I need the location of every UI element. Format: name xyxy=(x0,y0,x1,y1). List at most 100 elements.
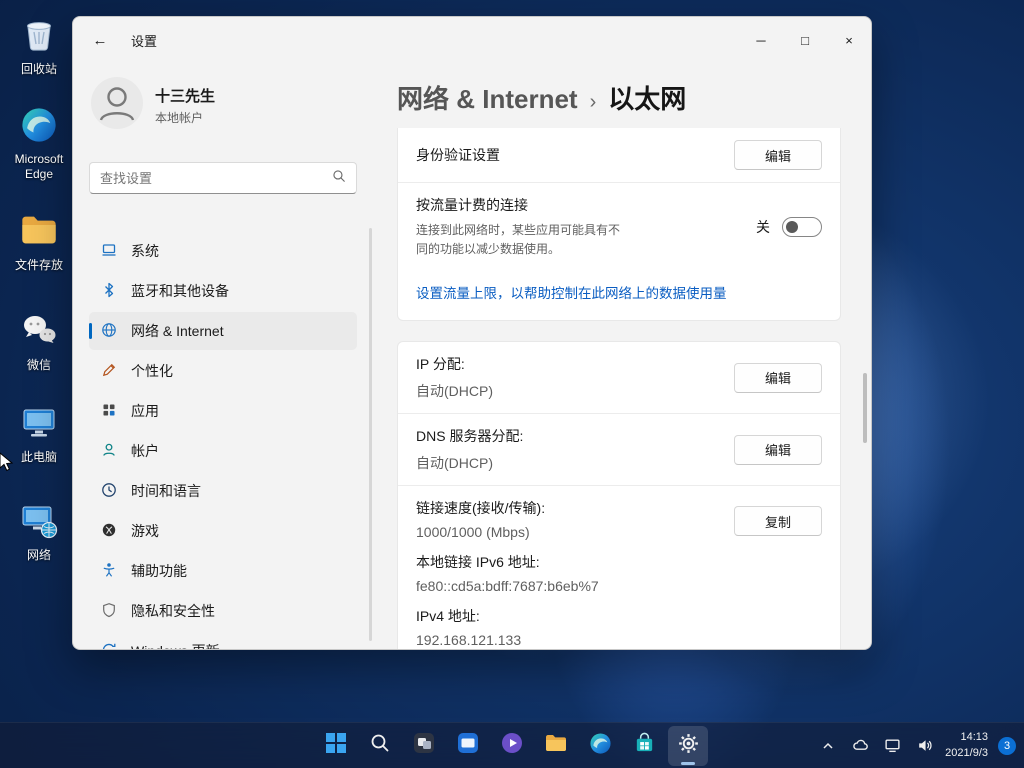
gear-icon xyxy=(677,732,700,760)
monitor-icon xyxy=(19,402,59,447)
desktop-icon-network[interactable]: 网络 xyxy=(6,500,72,563)
ip-assignment-row: IP 分配: 自动(DHCP) 编辑 xyxy=(398,342,840,413)
task-view-button[interactable] xyxy=(404,726,444,766)
desktop-icon-label: Microsoft Edge xyxy=(14,152,64,181)
sidebar-item-system[interactable]: 系统 xyxy=(89,232,357,270)
data-limit-row: 设置流量上限，以帮助控制在此网络上的数据使用量 xyxy=(398,270,840,320)
clock-time: 14:13 xyxy=(960,731,988,744)
sidebar-item-gaming[interactable]: 游戏 xyxy=(89,512,357,550)
settings-search[interactable] xyxy=(89,162,357,194)
shield-icon xyxy=(101,602,117,621)
wechat-icon xyxy=(19,310,59,355)
titlebar: ← 设置 ─ □ × xyxy=(73,17,871,63)
sidebar-item-bluetooth-devices[interactable]: 蓝牙和其他设备 xyxy=(89,272,357,310)
file-explorer-button[interactable] xyxy=(536,726,576,766)
ipv6-value: fe80::cd5a:bdff:7687:b6eb%7 xyxy=(416,578,599,595)
sidebar-item-label: 个性化 xyxy=(131,363,173,379)
laptop-icon xyxy=(101,242,117,261)
taskbar-clock[interactable]: 14:13 2021/9/3 xyxy=(945,730,988,761)
sidebar-item-windows-update[interactable]: Windows 更新 xyxy=(89,632,357,649)
settings-window: ← 设置 ─ □ × 十三先生 本地帐户 查找设置 系统 蓝牙和其他设备 网络 … xyxy=(72,16,872,650)
pinned-app-window-button[interactable] xyxy=(448,726,488,766)
metered-toggle[interactable] xyxy=(782,216,822,237)
folder-icon xyxy=(544,731,568,760)
user-name: 十三先生 xyxy=(155,88,216,105)
copy-button[interactable]: 复制 xyxy=(734,506,822,537)
search-input[interactable] xyxy=(100,170,332,186)
search-icon xyxy=(369,732,391,759)
sidebar-item-time-language[interactable]: 时间和语言 xyxy=(89,472,357,510)
network-monitor-icon xyxy=(19,500,59,545)
desktop-icon-file-storage[interactable]: 文件存放 xyxy=(6,210,72,273)
media-player-button[interactable] xyxy=(492,726,532,766)
recycle-bin-icon xyxy=(19,14,59,59)
chevron-right-icon: › xyxy=(589,91,597,113)
selection-indicator xyxy=(89,323,92,339)
search-button[interactable] xyxy=(360,726,400,766)
close-button[interactable]: × xyxy=(827,17,871,63)
ipv6-label: 本地链接 IPv6 地址: xyxy=(416,554,540,571)
person-icon xyxy=(101,442,117,461)
auth-settings-label: 身份验证设置 xyxy=(416,147,500,163)
ipv4-value: 192.168.121.133 xyxy=(416,632,522,649)
metered-connection-row: 按流量计费的连接 连接到此网络时，某些应用可能具有不同的功能以减少数据使用。 关 xyxy=(398,183,840,270)
taskbar: 14:13 2021/9/3 3 xyxy=(0,722,1024,768)
sidebar-item-label: 蓝牙和其他设备 xyxy=(131,283,229,299)
clock-date: 2021/9/3 xyxy=(945,746,988,759)
card-ethernet-options: 身份验证设置 编辑 按流量计费的连接 连接到此网络时，某些应用可能具有不同的功能… xyxy=(397,128,841,322)
card-ip-settings: IP 分配: 自动(DHCP) 编辑 DNS 服务器分配: 自动(DHCP) 编… xyxy=(397,341,841,649)
edit-dns-button[interactable]: 编辑 xyxy=(734,434,822,465)
xbox-icon xyxy=(101,522,117,541)
sidebar-item-accessibility[interactable]: 辅助功能 xyxy=(89,552,357,590)
edge-button[interactable] xyxy=(580,726,620,766)
breadcrumb: 网络 & Internet › 以太网 xyxy=(397,79,841,116)
settings-button[interactable] xyxy=(668,725,708,766)
globe-icon xyxy=(101,322,117,341)
metered-description: 连接到此网络时，某些应用可能具有不同的功能以减少数据使用。 xyxy=(416,223,621,256)
notification-badge[interactable]: 3 xyxy=(998,736,1016,755)
desktop-icon-label: 回收站 xyxy=(20,62,57,76)
sidebar-item-personalization[interactable]: 个性化 xyxy=(89,352,357,390)
toggle-knob xyxy=(786,220,798,233)
volume-icon[interactable] xyxy=(913,735,935,757)
sidebar-item-label: 辅助功能 xyxy=(131,563,187,579)
metered-title: 按流量计费的连接 xyxy=(416,197,528,213)
sidebar-scrollbar[interactable] xyxy=(369,228,372,641)
ipv4-label: IPv4 地址: xyxy=(416,608,480,625)
network-tray-icon[interactable] xyxy=(881,735,903,757)
sidebar-item-apps[interactable]: 应用 xyxy=(89,392,357,430)
onedrive-cloud-icon[interactable] xyxy=(849,735,871,757)
desktop-icon-recycle-bin[interactable]: 回收站 xyxy=(6,14,72,77)
start-button[interactable] xyxy=(316,726,356,766)
dns-assignment-row: DNS 服务器分配: 自动(DHCP) 编辑 xyxy=(398,414,840,485)
windows-logo-icon xyxy=(325,732,347,759)
desktop-icon-this-pc[interactable]: 此电脑 xyxy=(6,402,72,465)
data-limit-link[interactable]: 设置流量上限，以帮助控制在此网络上的数据使用量 xyxy=(416,282,727,302)
user-profile[interactable]: 十三先生 本地帐户 xyxy=(91,77,355,134)
maximize-button[interactable]: □ xyxy=(783,17,827,63)
link-speed-label: 链接速度(接收/传输): xyxy=(416,500,546,517)
page-title: 以太网 xyxy=(608,84,687,114)
window-body: 十三先生 本地帐户 系统 蓝牙和其他设备 xyxy=(73,63,871,649)
edit-auth-button[interactable]: 编辑 xyxy=(734,140,822,170)
chevron-up-icon[interactable] xyxy=(817,735,839,757)
link-details-row: 链接速度(接收/传输): 1000/1000 (Mbps) 本地链接 IPv6 … xyxy=(398,486,840,649)
desktop-icon-wechat[interactable]: 微信 xyxy=(6,310,72,373)
sidebar-item-network-internet[interactable]: 网络 & Internet xyxy=(89,312,357,350)
minimize-button[interactable]: ─ xyxy=(739,17,783,63)
back-button[interactable]: ← xyxy=(83,23,117,57)
sidebar-item-label: 应用 xyxy=(131,403,159,419)
store-button[interactable] xyxy=(624,726,664,766)
settings-page-scroll: 身份验证设置 编辑 按流量计费的连接 连接到此网络时，某些应用可能具有不同的功能… xyxy=(397,128,841,649)
breadcrumb-parent[interactable]: 网络 & Internet xyxy=(397,79,578,116)
desktop-icon-label: 文件存放 xyxy=(14,258,63,272)
sidebar-item-privacy-security[interactable]: 隐私和安全性 xyxy=(89,592,357,630)
content-scrollbar[interactable] xyxy=(863,373,867,443)
desktop-icon-edge[interactable]: Microsoft Edge xyxy=(6,106,72,182)
toggle-state-label: 关 xyxy=(756,218,770,235)
sidebar-item-accounts[interactable]: 帐户 xyxy=(89,432,357,470)
edit-ip-button[interactable]: 编辑 xyxy=(734,362,822,393)
desktop-icon-label: 网络 xyxy=(26,548,51,562)
bluetooth-icon xyxy=(101,282,117,301)
desktop-icon-label: 微信 xyxy=(26,358,51,372)
